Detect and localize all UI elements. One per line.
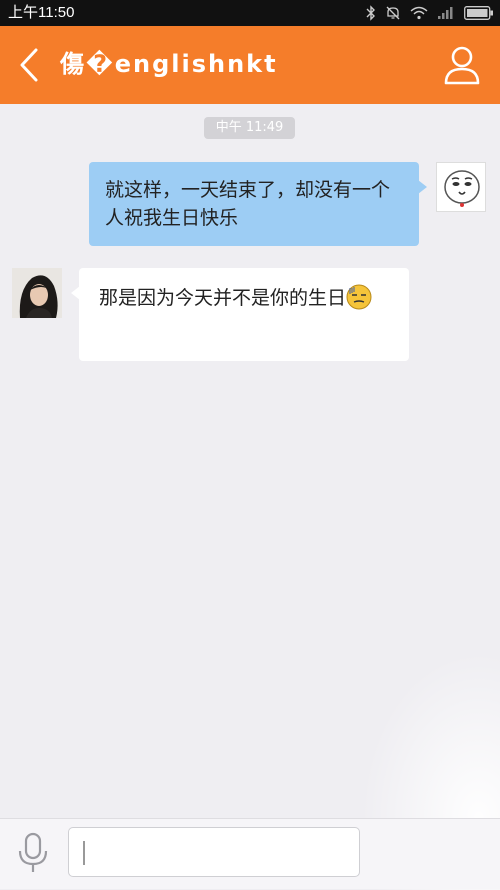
text-caret: [83, 841, 85, 865]
battery-icon: [464, 6, 494, 20]
profile-button[interactable]: [442, 44, 482, 86]
status-time: 上午11:50: [8, 4, 75, 21]
status-bar: 上午11:50: [0, 0, 500, 26]
message-bubble-received[interactable]: 那是因为今天并不是你的生日: [71, 268, 409, 361]
input-bar: [0, 818, 500, 889]
chat-header: 傷�englishnkt: [0, 26, 500, 104]
bluetooth-icon: [366, 5, 376, 21]
microphone-icon: [18, 832, 48, 872]
back-button[interactable]: [12, 45, 46, 85]
meme-face-avatar-icon: [437, 163, 485, 211]
woman-photo-avatar-icon: [12, 268, 62, 318]
my-avatar[interactable]: [436, 162, 486, 212]
chat-title: 傷�englishnkt: [60, 50, 278, 78]
message-text: 那是因为今天并不是你的生日: [99, 287, 347, 309]
message-timestamp: 中午 11:49: [204, 117, 295, 139]
status-icons: [366, 3, 494, 23]
voice-button[interactable]: [14, 831, 52, 875]
person-icon: [444, 46, 480, 85]
smirk-emoji-icon: [346, 284, 372, 310]
mute-icon: [385, 5, 401, 21]
contact-avatar[interactable]: [12, 268, 62, 318]
message-input[interactable]: [68, 827, 360, 877]
wifi-icon: [410, 6, 428, 20]
message-bubble-sent[interactable]: 就这样，一天结束了，却没有一个人祝我生日快乐: [89, 162, 427, 246]
signal-icon: [437, 6, 455, 20]
chevron-left-icon: [20, 48, 38, 82]
